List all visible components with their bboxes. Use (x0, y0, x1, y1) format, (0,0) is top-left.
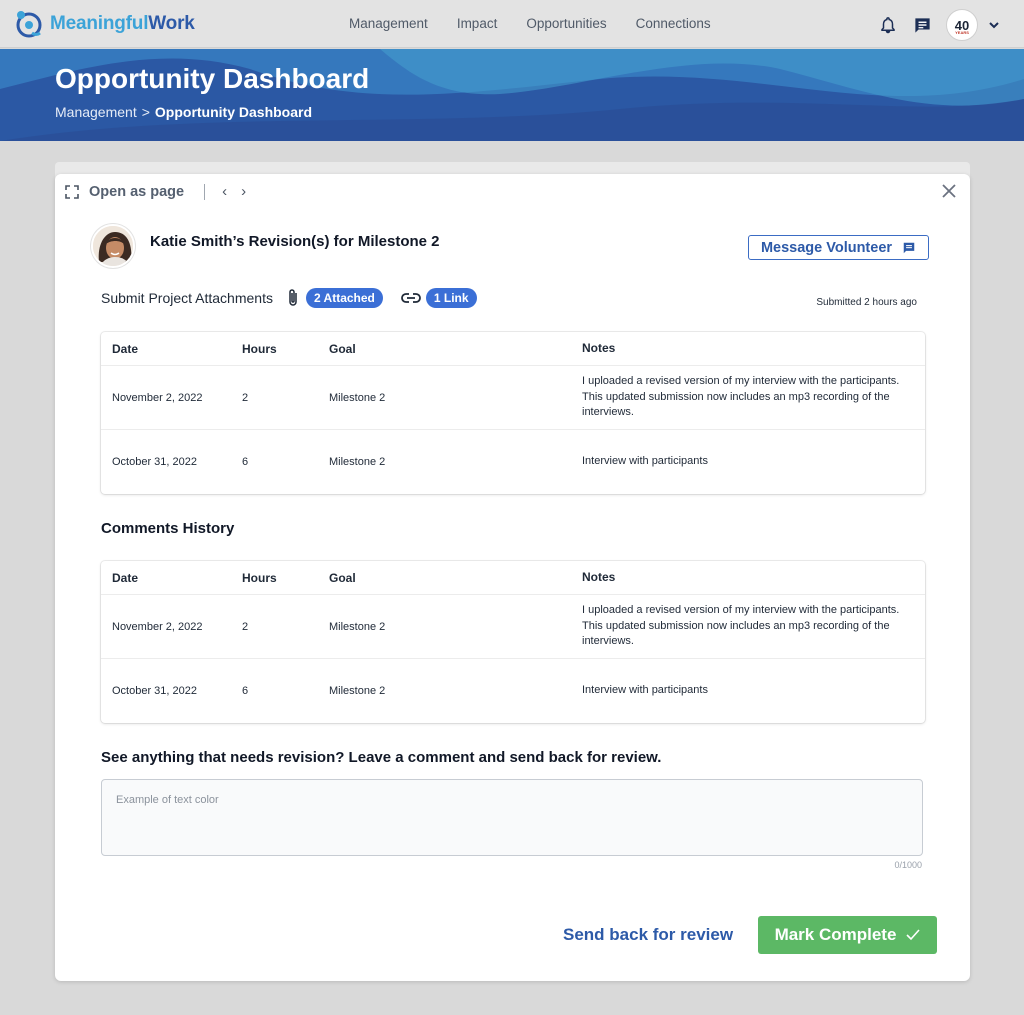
chevron-right-icon[interactable]: › (241, 183, 246, 200)
mark-complete-button[interactable]: Mark Complete (758, 916, 937, 954)
attachments-label: Submit Project Attachments (101, 290, 273, 306)
cell-notes: Interview with participants (582, 455, 708, 468)
breadcrumb-current: Opportunity Dashboard (154, 104, 313, 120)
table-header: Date Hours Goal Notes (101, 332, 925, 366)
chevron-left-icon[interactable]: ‹ (222, 183, 227, 200)
header-date: Date (112, 341, 139, 356)
cell-notes: I uploaded a revised version of my inter… (582, 375, 900, 419)
link-icon (400, 293, 421, 303)
volunteer-avatar (91, 224, 135, 268)
org-avatar[interactable]: 40 YEARS (946, 9, 978, 41)
chevron-down-icon[interactable] (984, 15, 1004, 35)
table-row: October 31, 2022 6 Milestone 2 Interview… (101, 659, 925, 723)
submitted-timestamp: Submitted 2 hours ago (816, 297, 917, 308)
cell-notes: I uploaded a revised version of my inter… (582, 604, 900, 648)
message-volunteer-button[interactable]: Message Volunteer (748, 235, 929, 260)
header-goal: Goal (329, 570, 356, 585)
paperclip-icon (289, 289, 297, 306)
revision-prompt: See anything that needs revision? Leave … (101, 749, 662, 766)
breadcrumb-separator: > (141, 104, 150, 120)
revision-modal: Open as page ‹ › Katie Smith’s Revision(… (55, 174, 970, 981)
message-icon (903, 242, 915, 253)
nav-management[interactable]: Management (349, 16, 428, 31)
attachments-row: Submit Project Attachments 2 Attached 1 … (101, 288, 477, 308)
top-nav: MeaningfulWork Management Impact Opportu… (0, 0, 1024, 48)
expand-icon[interactable] (65, 184, 79, 199)
open-as-page-link[interactable]: Open as page (89, 184, 184, 200)
link-count-badge[interactable]: 1 Link (425, 288, 477, 308)
table-header: Date Hours Goal Notes (101, 561, 925, 595)
header-notes: Notes (582, 569, 616, 584)
volunteer-header: Katie Smith’s Revision(s) for Milestone … (91, 224, 440, 268)
cell-goal: Milestone 2 (329, 685, 386, 697)
revision-title: Katie Smith’s Revision(s) for Milestone … (150, 232, 440, 250)
close-icon[interactable] (940, 182, 958, 200)
page-title: Opportunity Dashboard (55, 63, 370, 94)
header-notes: Notes (582, 340, 616, 355)
page-header-banner: Opportunity Dashboard Management > Oppor… (0, 49, 1024, 141)
cell-date: November 2, 2022 (112, 620, 203, 633)
comment-textarea[interactable]: Example of text color (101, 779, 923, 856)
send-back-button[interactable]: Send back for review (563, 925, 733, 945)
comments-table: Date Hours Goal Notes November 2, 2022 2… (101, 561, 925, 723)
nav-opportunities[interactable]: Opportunities (526, 16, 606, 31)
cell-goal: Milestone 2 (329, 456, 386, 468)
cell-hours: 2 (242, 620, 249, 633)
submission-table: Date Hours Goal Notes November 2, 2022 2… (101, 332, 925, 494)
mark-complete-label: Mark Complete (774, 925, 897, 944)
cell-goal: Milestone 2 (329, 391, 386, 404)
breadcrumb-management[interactable]: Management (55, 104, 137, 120)
table-row: November 2, 2022 2 Milestone 2 I uploade… (101, 366, 925, 430)
comments-history-title: Comments History (101, 520, 235, 537)
nav-links: Management Impact Opportunities Connecti… (349, 16, 711, 31)
header-goal: Goal (329, 341, 356, 356)
header-hours: Hours (242, 341, 277, 356)
header-date: Date (112, 570, 139, 585)
logo-text: MeaningfulWork (50, 13, 195, 34)
cell-hours: 6 (242, 456, 249, 468)
table-row: November 2, 2022 2 Milestone 2 I uploade… (101, 595, 925, 659)
cell-date: November 2, 2022 (112, 391, 203, 404)
attached-count-badge[interactable]: 2 Attached (305, 288, 383, 308)
comment-placeholder: Example of text color (116, 794, 219, 806)
header-hours: Hours (242, 570, 277, 585)
nav-connections[interactable]: Connections (636, 16, 711, 31)
nav-impact[interactable]: Impact (457, 16, 498, 31)
checkmark-icon (906, 929, 921, 941)
cell-date: October 31, 2022 (112, 456, 198, 468)
breadcrumb: Management > Opportunity Dashboard (55, 104, 312, 120)
cell-date: October 31, 2022 (112, 685, 198, 697)
app-logo[interactable]: MeaningfulWork (12, 7, 195, 41)
toolbar-divider (204, 183, 206, 200)
logo-icon (16, 11, 42, 38)
table-row: October 31, 2022 6 Milestone 2 Interview… (101, 430, 925, 494)
chat-icon[interactable] (912, 15, 932, 35)
bell-icon[interactable] (878, 15, 898, 35)
cell-notes: Interview with participants (582, 684, 708, 697)
modal-toolbar: Open as page ‹ › (65, 183, 253, 200)
cell-hours: 6 (242, 685, 249, 697)
message-volunteer-label: Message Volunteer (760, 239, 893, 256)
cell-goal: Milestone 2 (329, 620, 386, 633)
cell-hours: 2 (242, 391, 249, 404)
nav-actions: 40 YEARS (878, 9, 1004, 41)
character-counter: 0/1000 (894, 860, 922, 870)
